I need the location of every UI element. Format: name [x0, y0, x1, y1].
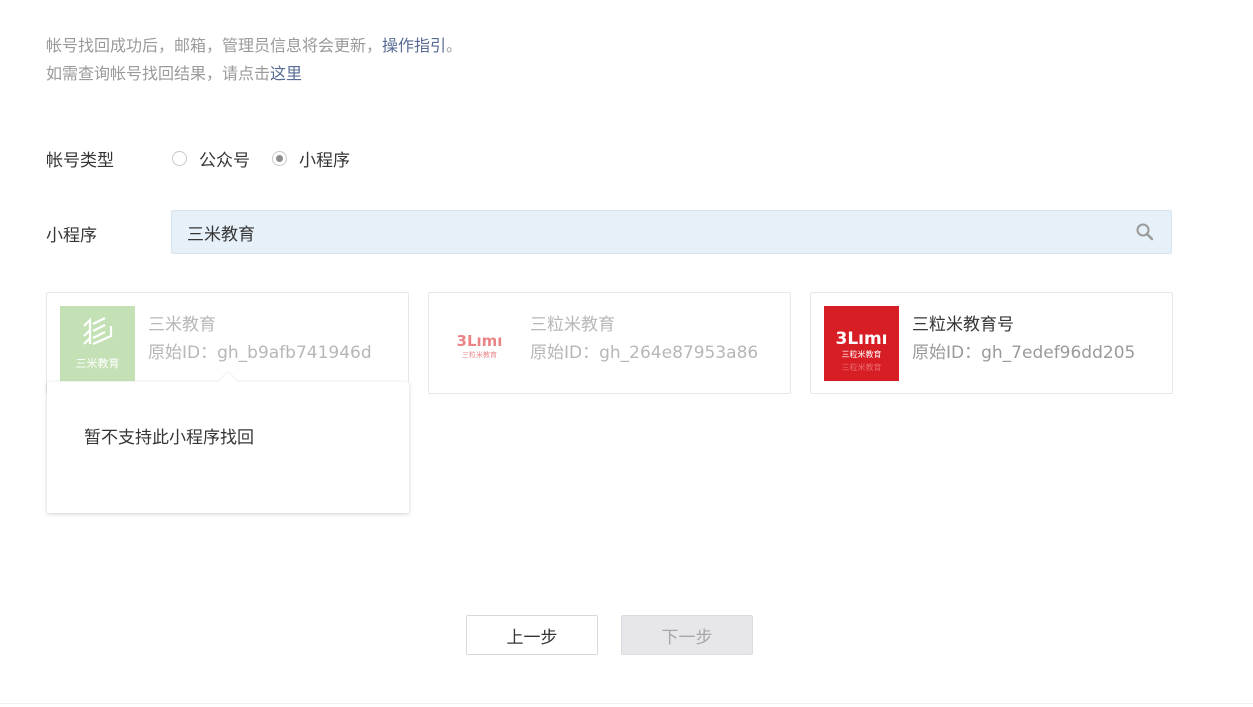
sanmi-logo-icon: 三米教育: [60, 306, 135, 381]
result-name: 三粒米教育号: [912, 315, 1014, 335]
tooltip-message: 暂不支持此小程序找回: [84, 428, 254, 448]
svg-text:3Lımı: 3Lımı: [457, 332, 503, 350]
sanlimi-logo-icon: 3Lımı 三粒米教育: [442, 306, 517, 381]
svg-text:三粒米教育: 三粒米教育: [842, 362, 882, 372]
result-origin-id: 原始ID：gh_264e87953a86: [530, 343, 759, 363]
account-type-label: 帐号类型: [46, 151, 114, 171]
svg-text:三米教育: 三米教育: [76, 356, 120, 370]
radio-mini-program[interactable]: 小程序: [272, 146, 350, 171]
prev-step-button[interactable]: 上一步: [466, 615, 598, 655]
result-name: 三米教育: [148, 315, 216, 335]
result-card-sanlimi-hao[interactable]: 3Lımı 三粒米教育 三粒米教育 三粒米教育号 原始ID：gh_7edef96…: [810, 292, 1173, 394]
radio-official-account-label: 公众号: [199, 151, 250, 171]
svg-text:三粒米教育: 三粒米教育: [842, 349, 882, 359]
notice-line-1-text: 帐号找回成功后，邮箱，管理员信息将会更新，: [46, 36, 383, 55]
notice-line-2: 如需查询帐号找回结果，请点击这里: [46, 60, 462, 88]
notice-line-1: 帐号找回成功后，邮箱，管理员信息将会更新，操作指引。: [46, 32, 462, 60]
next-step-button[interactable]: 下一步: [621, 615, 753, 655]
operation-guide-link[interactable]: 操作指引: [382, 36, 446, 55]
account-type-radio-group: 公众号 小程序: [172, 146, 372, 171]
radio-official-account-circle[interactable]: [172, 151, 187, 166]
mini-program-label: 小程序: [46, 226, 97, 246]
result-name: 三粒米教育: [530, 315, 615, 335]
search-icon[interactable]: [1125, 212, 1165, 252]
result-origin-id: 原始ID：gh_b9afb741946d: [148, 343, 372, 363]
query-result-link[interactable]: 这里: [270, 64, 302, 83]
radio-official-account[interactable]: 公众号: [172, 146, 250, 171]
unsupported-tooltip: 暂不支持此小程序找回: [47, 372, 409, 513]
notice-line-1-end: 。: [446, 36, 463, 55]
mini-program-search-box: [171, 210, 1172, 254]
notice: 帐号找回成功后，邮箱，管理员信息将会更新，操作指引。 如需查询帐号找回结果，请点…: [46, 32, 462, 88]
svg-text:三粒米教育: 三粒米教育: [462, 350, 497, 359]
radio-mini-program-circle[interactable]: [272, 151, 287, 166]
notice-line-2-text: 如需查询帐号找回结果，请点击: [46, 64, 271, 83]
radio-mini-program-label: 小程序: [299, 151, 350, 171]
bottom-divider: [0, 703, 1253, 704]
result-card-sanlimi[interactable]: 3Lımı 三粒米教育 三粒米教育 原始ID：gh_264e87953a86: [428, 292, 791, 394]
svg-text:3Lımı: 3Lımı: [835, 329, 887, 349]
account-recovery-page: 帐号找回成功后，邮箱，管理员信息将会更新，操作指引。 如需查询帐号找回结果，请点…: [0, 0, 1253, 707]
result-origin-id: 原始ID：gh_7edef96dd205: [912, 343, 1136, 363]
sanlimi-red-logo-icon: 3Lımı 三粒米教育 三粒米教育: [824, 306, 899, 381]
mini-program-search-input[interactable]: [172, 210, 1125, 254]
